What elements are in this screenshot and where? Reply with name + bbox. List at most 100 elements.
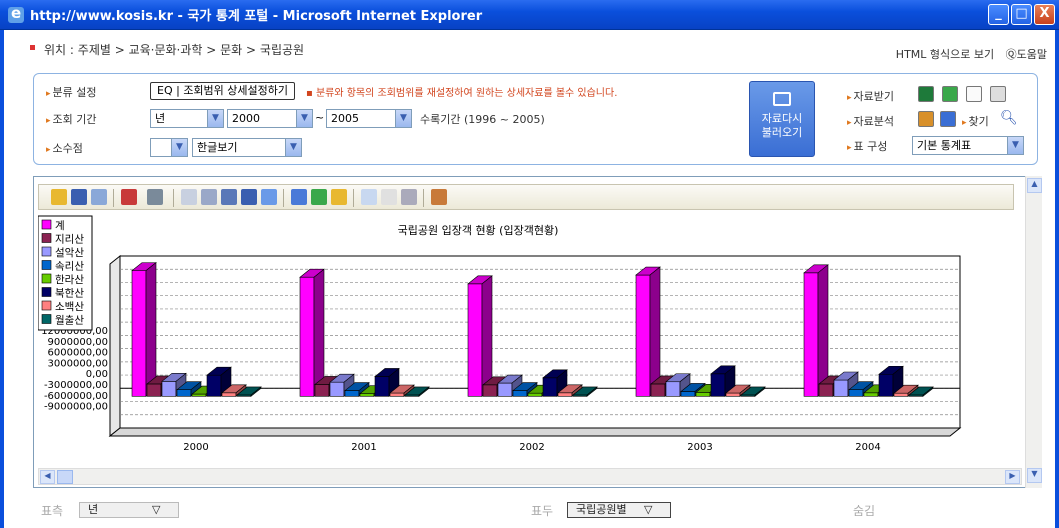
bar <box>710 373 726 397</box>
bar <box>893 392 909 397</box>
scroll-thumb[interactable] <box>57 470 73 484</box>
window-buttons: _ □ X <box>988 4 1055 25</box>
range-settings-button[interactable]: EQ | 조회범위 상세설정하기 <box>150 82 296 100</box>
download-label: 자료받기 <box>847 88 894 104</box>
bar <box>818 383 834 397</box>
period-unit-select[interactable]: 년 ▼ <box>150 109 224 128</box>
tools-icon[interactable] <box>431 189 447 205</box>
bar-chart: 국립공원 입장객 현황 (입장객현황) 12000000,009000000,0… <box>37 215 962 453</box>
horizontal-scrollbar[interactable]: ◀ ▶ <box>38 468 1022 485</box>
analysis-label: 자료분석 <box>847 113 894 129</box>
bar <box>542 377 558 397</box>
window-titlebar: http://www.kosis.kr - 국가 통계 포털 - Microso… <box>0 0 1059 30</box>
color-icon[interactable] <box>147 189 163 205</box>
close-button[interactable]: X <box>1034 4 1055 25</box>
bar <box>191 393 207 397</box>
excel-icon[interactable] <box>918 86 934 102</box>
bar-side <box>481 275 493 397</box>
period-to-select[interactable]: 2005 ▼ <box>326 109 412 128</box>
3d-icon[interactable] <box>291 189 307 205</box>
view2-icon[interactable] <box>201 189 217 205</box>
chart-toolbar <box>38 184 1014 210</box>
legend-label: 지리산 <box>55 234 84 246</box>
save-icon[interactable] <box>71 189 87 205</box>
period-label: 조회 기간 <box>46 111 97 127</box>
legend-label: 속리산 <box>55 261 84 273</box>
vertical-scrollbar[interactable]: ▲ ▼ <box>1025 176 1042 488</box>
period-unit-value: 년 <box>155 112 166 125</box>
x-tick-label: 2004 <box>855 442 880 453</box>
reload-data-button[interactable]: 자료다시 불러오기 <box>749 81 815 157</box>
move-icon[interactable] <box>311 189 327 205</box>
view-mode-select[interactable]: 한글보기 ▼ <box>192 138 302 157</box>
legend-label: 설악산 <box>55 247 84 259</box>
print-preview-icon[interactable] <box>401 189 417 205</box>
image-icon[interactable] <box>261 189 277 205</box>
period-to-value: 2005 <box>331 112 359 125</box>
bullet-icon <box>30 45 35 50</box>
reload-label: 자료다시 불러오기 <box>761 112 803 139</box>
export-icon[interactable] <box>331 189 347 205</box>
window-title: http://www.kosis.kr - 국가 통계 포털 - Microso… <box>30 9 483 24</box>
view1-icon[interactable] <box>181 189 197 205</box>
zoom-icon[interactable] <box>361 189 377 205</box>
search-icon[interactable]: 🔍︎ <box>1000 110 1018 126</box>
scroll-up-icon[interactable]: ▲ <box>1027 178 1042 193</box>
legend-swatch <box>41 233 52 243</box>
maximize-button[interactable]: □ <box>1011 4 1032 25</box>
y-tick-label: 9000000,00 <box>48 337 108 348</box>
chart-title: 국립공원 입장객 현황 (입장객현황) <box>398 224 559 237</box>
row-axis-box[interactable]: 년 ▽ <box>79 502 179 518</box>
bar <box>803 272 819 397</box>
col-axis-box[interactable]: 국립공원별 ▽ <box>567 502 671 518</box>
chart-icon[interactable] <box>940 111 956 127</box>
breadcrumb-path[interactable]: 주제별 > 교육·문화·과학 > 문화 > 국립공원 <box>78 43 304 57</box>
scroll-right-icon[interactable]: ▶ <box>1005 470 1020 484</box>
location-label: 위치 : <box>44 43 74 57</box>
table-select[interactable]: 기본 통계표 ▼ <box>912 136 1024 155</box>
chart-floor <box>108 427 962 437</box>
chart-area: 국립공원 입장객 현황 (입장객현황) 12000000,00 9000000,0… <box>37 212 1014 460</box>
minimize-button[interactable]: _ <box>988 4 1009 25</box>
analysis-icon[interactable] <box>918 111 934 127</box>
print-icon[interactable] <box>990 86 1006 102</box>
dropdown-icon: ▽ <box>644 503 653 516</box>
period-tilde: ~ <box>315 111 325 124</box>
period-from-select[interactable]: 2000 ▼ <box>227 109 313 128</box>
open-icon[interactable] <box>51 189 67 205</box>
table-value: 기본 통계표 <box>917 139 972 152</box>
ie-icon <box>8 4 24 23</box>
scroll-down-icon[interactable]: ▼ <box>1027 468 1042 483</box>
col-axis-value: 국립공원별 <box>576 503 627 516</box>
bar <box>146 383 162 397</box>
view3-icon[interactable] <box>221 189 237 205</box>
legend-label: 북한산 <box>55 288 84 300</box>
excel-alt-icon[interactable] <box>942 86 958 102</box>
table-view-icon[interactable] <box>241 189 257 205</box>
find-label[interactable]: 찾기 <box>962 113 989 129</box>
help-link[interactable]: 도움말 <box>1017 48 1047 61</box>
range-button-prefix: EQ | <box>157 84 184 97</box>
clipboard-icon[interactable] <box>966 86 982 102</box>
copy-icon[interactable] <box>91 189 107 205</box>
y-tick-label: 6000000,00 <box>48 348 108 359</box>
bar <box>848 389 864 397</box>
legend-label: 계 <box>55 220 65 232</box>
period-range-text: 수록기간 (1996 ~ 2005) <box>420 113 545 126</box>
bar <box>497 382 513 397</box>
preview-icon[interactable] <box>381 189 397 205</box>
bar <box>314 384 330 397</box>
bar <box>863 392 879 397</box>
scroll-left-icon[interactable]: ◀ <box>40 470 55 484</box>
decimal-select[interactable]: ▼ <box>150 138 188 157</box>
html-view-link[interactable]: HTML 형식으로 보기 <box>896 48 994 61</box>
bar <box>221 392 237 397</box>
row-axis-value: 년 <box>88 503 99 516</box>
header-links: HTML 형식으로 보기 Ⓠ도움말 <box>896 46 1047 62</box>
download-icon <box>773 92 791 106</box>
table-label: 표 구성 <box>847 138 888 154</box>
location-bar: 위치 : 주제별 > 교육·문화·과학 > 문화 > 국립공원 HTML 형식으… <box>4 30 1055 70</box>
x-tick-label: 2001 <box>351 442 376 453</box>
bar-side <box>313 268 325 397</box>
chart-type-icon[interactable] <box>121 189 137 205</box>
